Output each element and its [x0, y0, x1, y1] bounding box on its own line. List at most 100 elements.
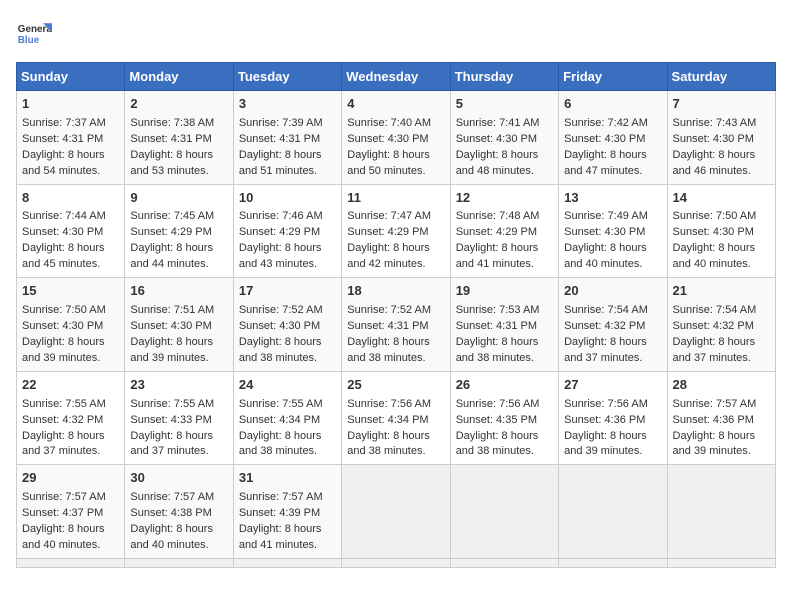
sunset-label: Sunset: 4:29 PM: [239, 226, 320, 238]
sunset-label: Sunset: 4:31 PM: [22, 133, 103, 145]
daylight-label: Daylight: 8 hours and 38 minutes.: [347, 336, 430, 364]
day-number: 3: [239, 95, 336, 114]
sunset-label: Sunset: 4:30 PM: [564, 133, 645, 145]
empty-cell: [233, 558, 341, 567]
header: General Blue: [16, 16, 776, 52]
day-number: 5: [456, 95, 553, 114]
sunset-label: Sunset: 4:30 PM: [347, 133, 428, 145]
svg-text:Blue: Blue: [18, 35, 40, 46]
sunrise-label: Sunrise: 7:57 AM: [130, 491, 214, 503]
sunrise-label: Sunrise: 7:55 AM: [22, 398, 106, 410]
day-cell-20: 20Sunrise: 7:54 AMSunset: 4:32 PMDayligh…: [559, 278, 667, 372]
daylight-label: Daylight: 8 hours and 50 minutes.: [347, 149, 430, 177]
sunrise-label: Sunrise: 7:52 AM: [347, 304, 431, 316]
calendar: SundayMondayTuesdayWednesdayThursdayFrid…: [16, 62, 776, 568]
day-number: 18: [347, 282, 444, 301]
day-number: 10: [239, 189, 336, 208]
logo-icon: General Blue: [16, 16, 52, 52]
sunset-label: Sunset: 4:30 PM: [130, 320, 211, 332]
dow-monday: Monday: [125, 63, 233, 91]
calendar-body: 1 Sunrise: 7:37 AM Sunset: 4:31 PM Daylight…: [17, 91, 776, 568]
daylight-label: Daylight: 8 hours and 54 minutes.: [22, 149, 105, 177]
daylight-label: Daylight: 8 hours and 47 minutes.: [564, 149, 647, 177]
day-cell-24: 24Sunrise: 7:55 AMSunset: 4:34 PMDayligh…: [233, 371, 341, 465]
sunrise-label: Sunrise: 7:37 AM: [22, 117, 106, 129]
day-cell-22: 22Sunrise: 7:55 AMSunset: 4:32 PMDayligh…: [17, 371, 125, 465]
sunset-label: Sunset: 4:30 PM: [239, 320, 320, 332]
sunset-label: Sunset: 4:30 PM: [456, 133, 537, 145]
daylight-label: Daylight: 8 hours and 53 minutes.: [130, 149, 213, 177]
sunrise-label: Sunrise: 7:51 AM: [130, 304, 214, 316]
day-number: 15: [22, 282, 119, 301]
sunrise-label: Sunrise: 7:50 AM: [22, 304, 106, 316]
daylight-label: Daylight: 8 hours and 38 minutes.: [456, 336, 539, 364]
day-cell-13: 13Sunrise: 7:49 AMSunset: 4:30 PMDayligh…: [559, 184, 667, 278]
week-row-2: 15 Sunrise: 7:50 AM Sunset: 4:30 PM Dayligh…: [17, 278, 776, 372]
sunset-label: Sunset: 4:29 PM: [347, 226, 428, 238]
sunrise-label: Sunrise: 7:50 AM: [673, 210, 757, 222]
daylight-label: Daylight: 8 hours and 37 minutes.: [673, 336, 756, 364]
week-row-5: [17, 558, 776, 567]
daylight-label: Daylight: 8 hours and 40 minutes.: [22, 523, 105, 551]
day-number: 23: [130, 376, 227, 395]
sunset-label: Sunset: 4:30 PM: [564, 226, 645, 238]
daylight-label: Daylight: 8 hours and 38 minutes.: [347, 430, 430, 458]
daylight-label: Daylight: 8 hours and 44 minutes.: [130, 242, 213, 270]
daylight-label: Daylight: 8 hours and 51 minutes.: [239, 149, 322, 177]
sunrise-label: Sunrise: 7:38 AM: [130, 117, 214, 129]
day-number: 27: [564, 376, 661, 395]
sunrise-label: Sunrise: 7:42 AM: [564, 117, 648, 129]
day-cell-15: 15Sunrise: 7:50 AMSunset: 4:30 PMDayligh…: [17, 278, 125, 372]
sunset-label: Sunset: 4:32 PM: [673, 320, 754, 332]
sunrise-label: Sunrise: 7:49 AM: [564, 210, 648, 222]
sunrise-label: Sunrise: 7:56 AM: [456, 398, 540, 410]
day-cell-19: 19Sunrise: 7:53 AMSunset: 4:31 PMDayligh…: [450, 278, 558, 372]
day-number: 1: [22, 95, 119, 114]
dow-sunday: Sunday: [17, 63, 125, 91]
sunset-label: Sunset: 4:29 PM: [130, 226, 211, 238]
sunset-label: Sunset: 4:36 PM: [673, 414, 754, 426]
dow-tuesday: Tuesday: [233, 63, 341, 91]
day-cell-11: 11Sunrise: 7:47 AMSunset: 4:29 PMDayligh…: [342, 184, 450, 278]
sunset-label: Sunset: 4:29 PM: [456, 226, 537, 238]
day-cell-5: 5Sunrise: 7:41 AMSunset: 4:30 PMDaylight…: [450, 91, 558, 185]
day-cell-8: 8Sunrise: 7:44 AMSunset: 4:30 PMDaylight…: [17, 184, 125, 278]
empty-cell: [559, 465, 667, 559]
day-number: 30: [130, 469, 227, 488]
day-number: 14: [673, 189, 770, 208]
daylight-label: Daylight: 8 hours and 38 minutes.: [239, 430, 322, 458]
day-number: 12: [456, 189, 553, 208]
sunset-label: Sunset: 4:30 PM: [673, 133, 754, 145]
day-number: 21: [673, 282, 770, 301]
day-cell-2: 2Sunrise: 7:38 AMSunset: 4:31 PMDaylight…: [125, 91, 233, 185]
day-cell-16: 16Sunrise: 7:51 AMSunset: 4:30 PMDayligh…: [125, 278, 233, 372]
sunrise-label: Sunrise: 7:55 AM: [239, 398, 323, 410]
day-number: 11: [347, 189, 444, 208]
sunrise-label: Sunrise: 7:57 AM: [673, 398, 757, 410]
sunrise-label: Sunrise: 7:56 AM: [564, 398, 648, 410]
daylight-label: Daylight: 8 hours and 46 minutes.: [673, 149, 756, 177]
day-cell-9: 9Sunrise: 7:45 AMSunset: 4:29 PMDaylight…: [125, 184, 233, 278]
daylight-label: Daylight: 8 hours and 41 minutes.: [239, 523, 322, 551]
days-of-week-row: SundayMondayTuesdayWednesdayThursdayFrid…: [17, 63, 776, 91]
day-number: 9: [130, 189, 227, 208]
day-number: 20: [564, 282, 661, 301]
day-number: 26: [456, 376, 553, 395]
day-number: 31: [239, 469, 336, 488]
sunrise-label: Sunrise: 7:47 AM: [347, 210, 431, 222]
day-cell-25: 25Sunrise: 7:56 AMSunset: 4:34 PMDayligh…: [342, 371, 450, 465]
week-row-1: 8Sunrise: 7:44 AMSunset: 4:30 PMDaylight…: [17, 184, 776, 278]
daylight-label: Daylight: 8 hours and 38 minutes.: [456, 430, 539, 458]
daylight-label: Daylight: 8 hours and 40 minutes.: [673, 242, 756, 270]
day-cell-10: 10Sunrise: 7:46 AMSunset: 4:29 PMDayligh…: [233, 184, 341, 278]
sunrise-label: Sunrise: 7:39 AM: [239, 117, 323, 129]
day-cell-29: 29Sunrise: 7:57 AMSunset: 4:37 PMDayligh…: [17, 465, 125, 559]
day-cell-26: 26Sunrise: 7:56 AMSunset: 4:35 PMDayligh…: [450, 371, 558, 465]
day-number: 4: [347, 95, 444, 114]
sunrise-label: Sunrise: 7:44 AM: [22, 210, 106, 222]
day-cell-3: 3Sunrise: 7:39 AMSunset: 4:31 PMDaylight…: [233, 91, 341, 185]
day-number: 22: [22, 376, 119, 395]
sunset-label: Sunset: 4:31 PM: [456, 320, 537, 332]
sunset-label: Sunset: 4:38 PM: [130, 507, 211, 519]
empty-cell: [559, 558, 667, 567]
